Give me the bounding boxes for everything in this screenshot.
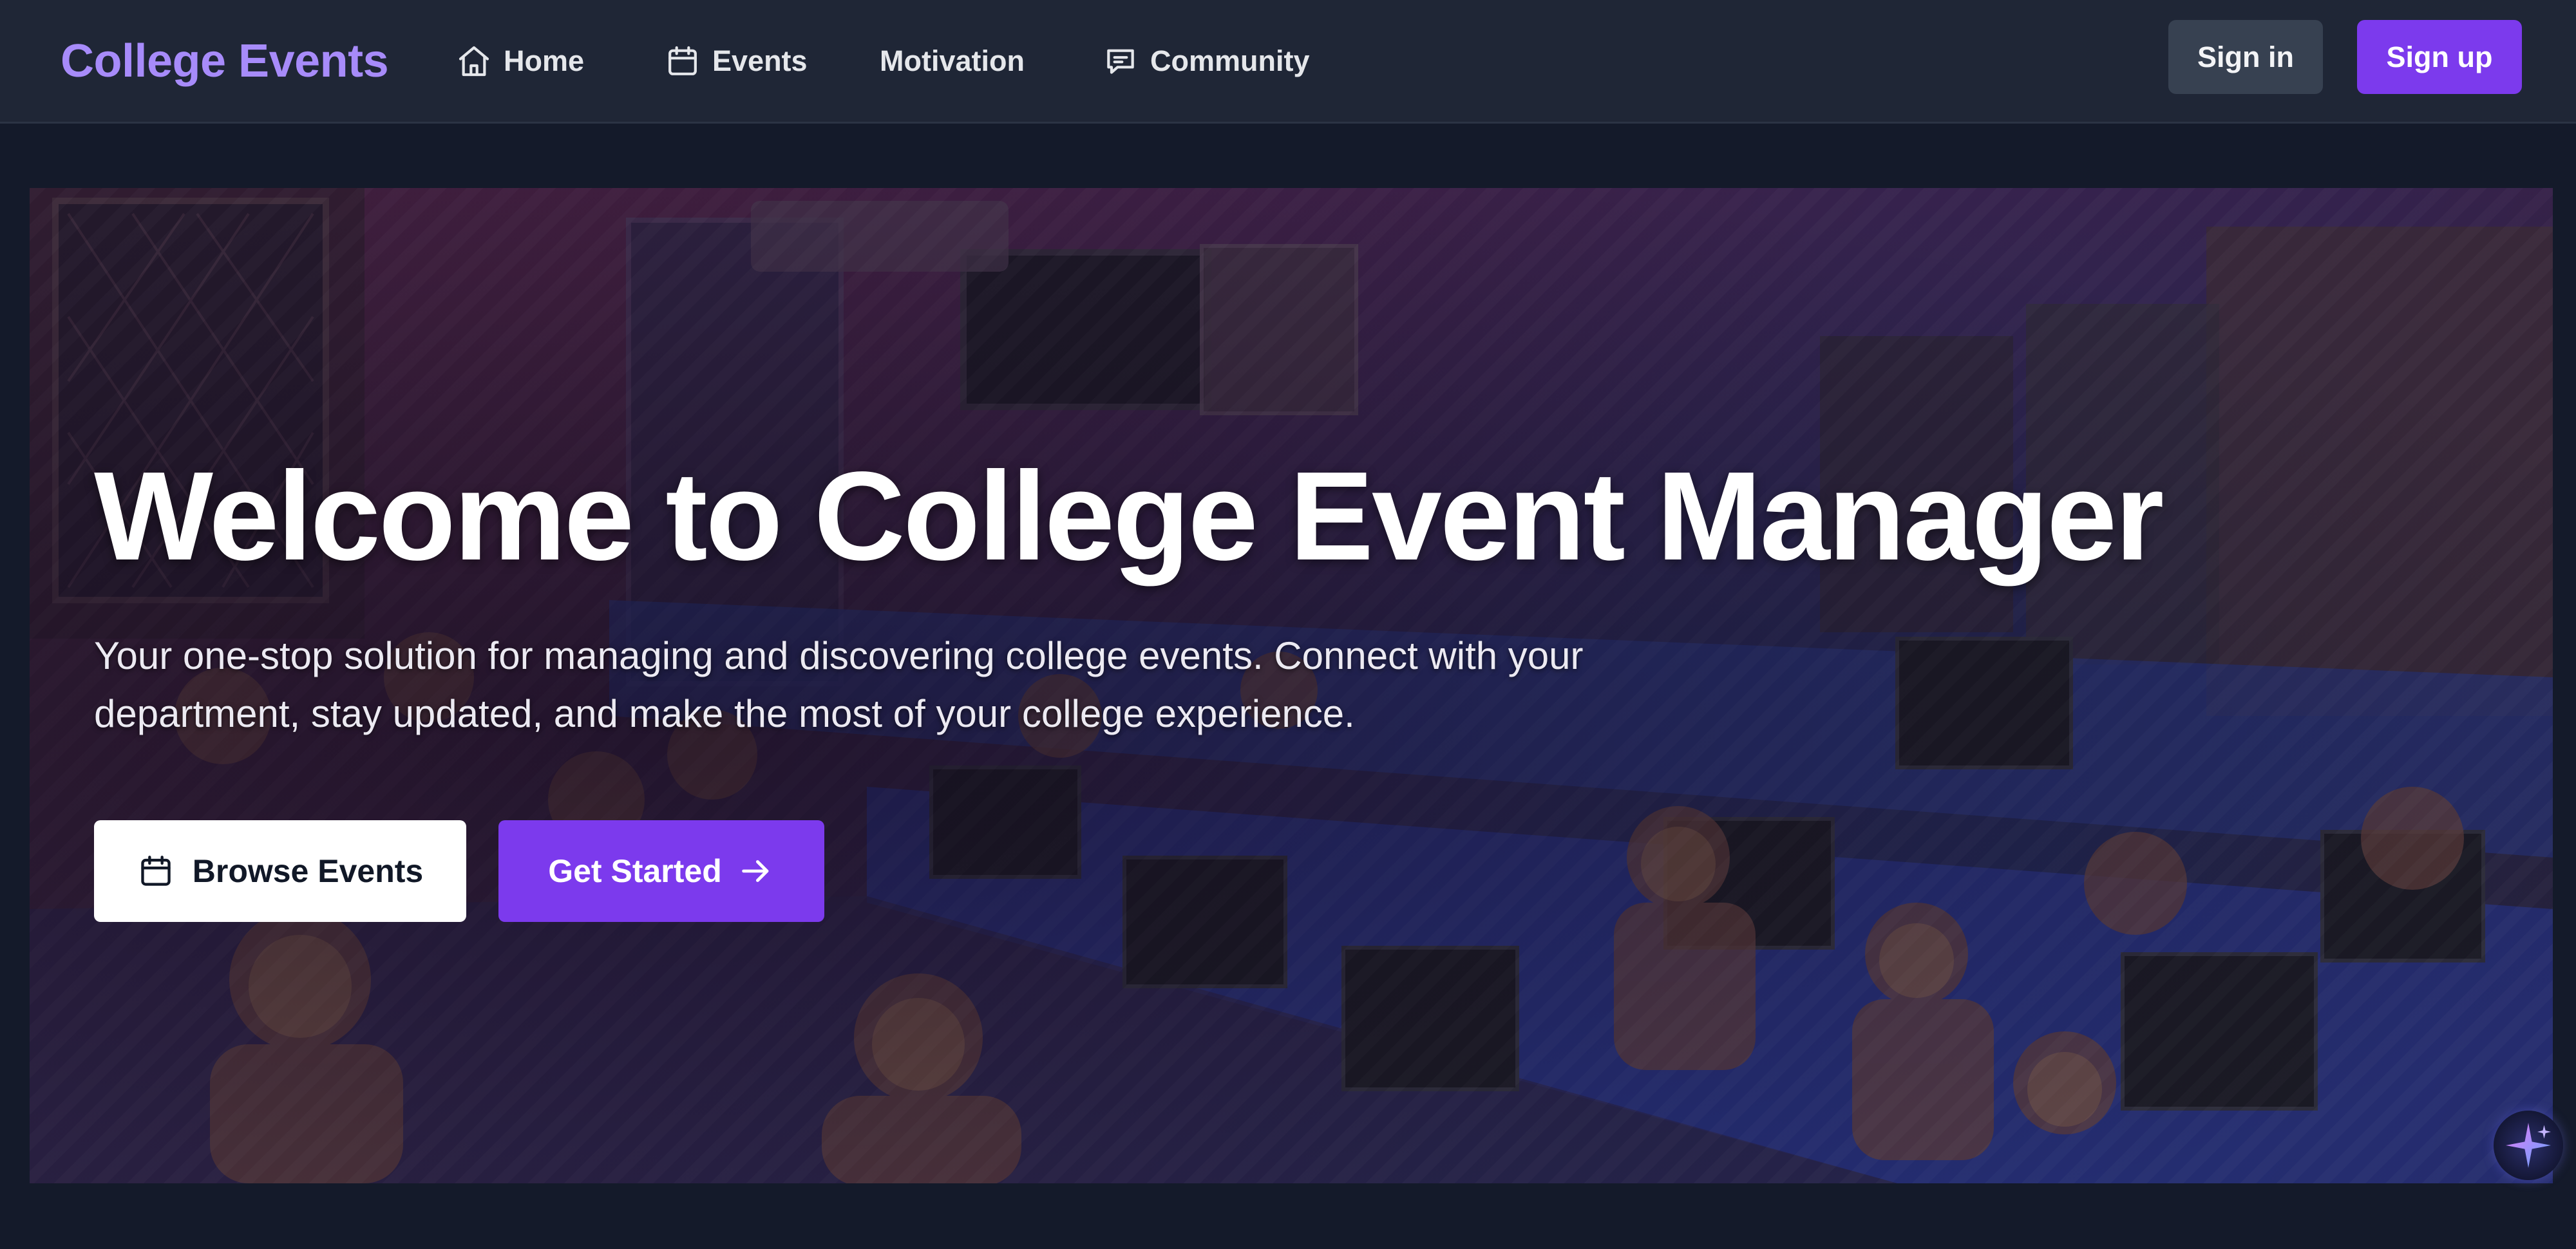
nav-home-label: Home bbox=[504, 44, 585, 77]
hero-title: Welcome to College Event Manager bbox=[94, 446, 2164, 587]
get-started-label: Get Started bbox=[548, 853, 722, 889]
arrow-right-icon bbox=[742, 860, 769, 882]
sparkle-icon bbox=[2506, 1123, 2551, 1168]
calendar-icon bbox=[668, 46, 697, 75]
hero-banner: Welcome to College Event Manager Your on… bbox=[30, 188, 2553, 1183]
brand-logo[interactable]: College Events bbox=[61, 32, 389, 90]
nav-home[interactable]: Home bbox=[456, 40, 584, 82]
nav-motivation-label: Motivation bbox=[880, 44, 1025, 77]
assistant-fab[interactable] bbox=[2494, 1111, 2563, 1180]
home-icon bbox=[459, 46, 489, 77]
signup-button[interactable]: Sign up bbox=[2357, 20, 2522, 94]
get-started-button[interactable]: Get Started bbox=[498, 820, 824, 922]
nav-events-label: Events bbox=[712, 44, 808, 77]
nav-community-label: Community bbox=[1150, 44, 1310, 77]
browse-events-button[interactable]: Browse Events bbox=[94, 820, 466, 922]
browse-events-label: Browse Events bbox=[192, 853, 424, 889]
nav-events[interactable]: Events bbox=[665, 40, 808, 82]
signin-button[interactable]: Sign in bbox=[2168, 20, 2323, 94]
nav-motivation[interactable]: Motivation bbox=[880, 40, 1025, 82]
hero-subtitle: Your one-stop solution for managing and … bbox=[94, 634, 1584, 735]
nav-community[interactable]: Community bbox=[1103, 40, 1310, 82]
chat-icon bbox=[1107, 49, 1134, 74]
calendar-icon bbox=[141, 856, 171, 886]
top-navbar: College Events Home Events Motivation Co… bbox=[0, 0, 2576, 124]
